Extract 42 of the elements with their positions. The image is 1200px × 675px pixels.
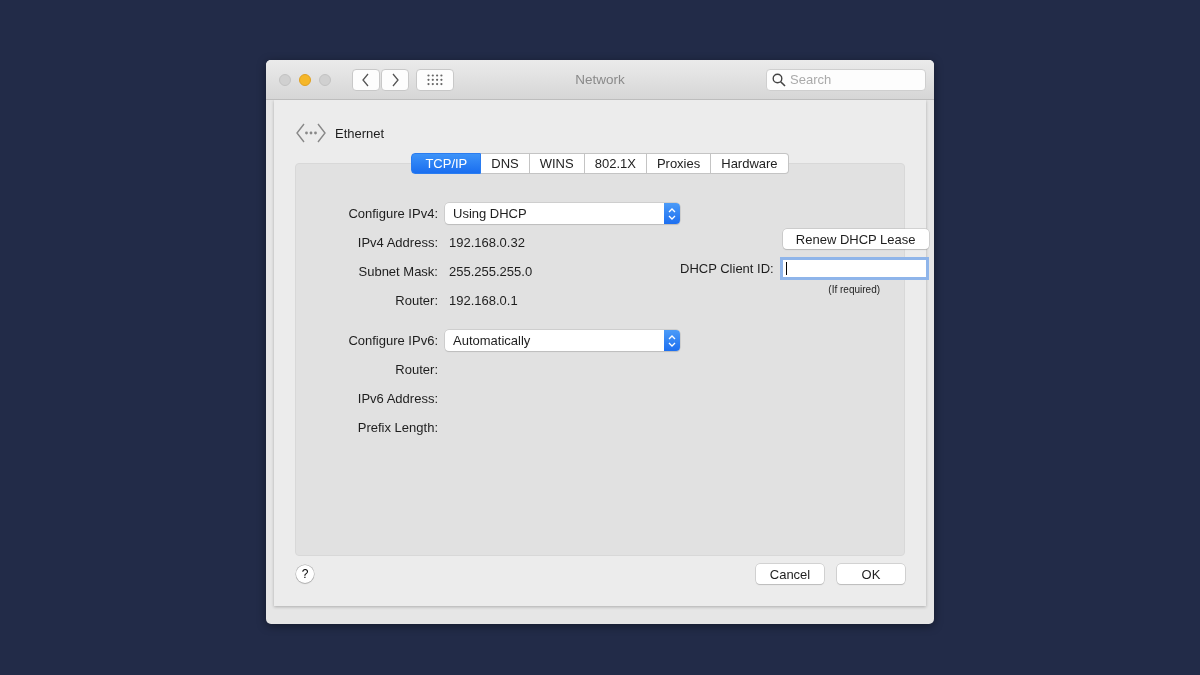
field-hint: (If required): [828, 284, 881, 295]
show-all-button[interactable]: [416, 68, 454, 91]
dialog-button[interactable]: OK: [837, 564, 905, 584]
field-label: Prefix Length:: [356, 420, 439, 435]
tab[interactable]: WINS: [529, 153, 585, 174]
search-field[interactable]: Search: [766, 68, 926, 91]
stepper-icon: [664, 203, 680, 224]
forward-button[interactable]: [381, 68, 409, 91]
tab[interactable]: Proxies: [646, 153, 712, 174]
back-button[interactable]: [352, 68, 380, 91]
dialog-button[interactable]: Cancel: [756, 564, 824, 584]
ethernet-icon: [295, 122, 327, 144]
field-value: 192.168.0.1: [448, 293, 518, 308]
tab[interactable]: Hardware: [711, 153, 789, 174]
client-id-field[interactable]: [779, 257, 929, 280]
help-button[interactable]: ?: [296, 565, 314, 583]
chevron-right-icon: [390, 72, 400, 87]
field-value: 255.255.255.0: [448, 264, 533, 279]
tab[interactable]: DNS: [481, 153, 530, 174]
field-label: Configure IPv4:: [347, 206, 439, 221]
grid-icon: [427, 73, 443, 86]
field-label: IPv4 Address:: [356, 235, 439, 250]
field-value: 192.168.0.32: [448, 235, 525, 250]
interface-name: Ethernet: [335, 125, 385, 141]
search-icon: [772, 72, 786, 87]
tab[interactable]: 802.1X: [584, 153, 647, 174]
field-label: IPv6 Address:: [356, 391, 439, 406]
popup-menu[interactable]: Automatically: [445, 330, 680, 351]
renew-lease-button[interactable]: Renew DHCP Lease: [782, 229, 929, 249]
minimize-icon[interactable]: [299, 73, 311, 86]
field-label: Router:: [394, 293, 439, 308]
field-label: Router:: [394, 362, 439, 377]
tab[interactable]: TCP/IP: [411, 153, 482, 174]
stepper-icon: [664, 330, 680, 351]
close-icon[interactable]: [279, 73, 291, 86]
popup-menu[interactable]: Using DHCP: [445, 203, 680, 224]
window-title: Network: [574, 72, 626, 87]
field-label: DHCP Client ID:: [680, 260, 774, 276]
field-label: Subnet Mask:: [357, 264, 439, 279]
chevron-left-icon: [361, 72, 371, 87]
field-label: Configure IPv6:: [347, 333, 439, 348]
zoom-icon[interactable]: [319, 73, 331, 86]
